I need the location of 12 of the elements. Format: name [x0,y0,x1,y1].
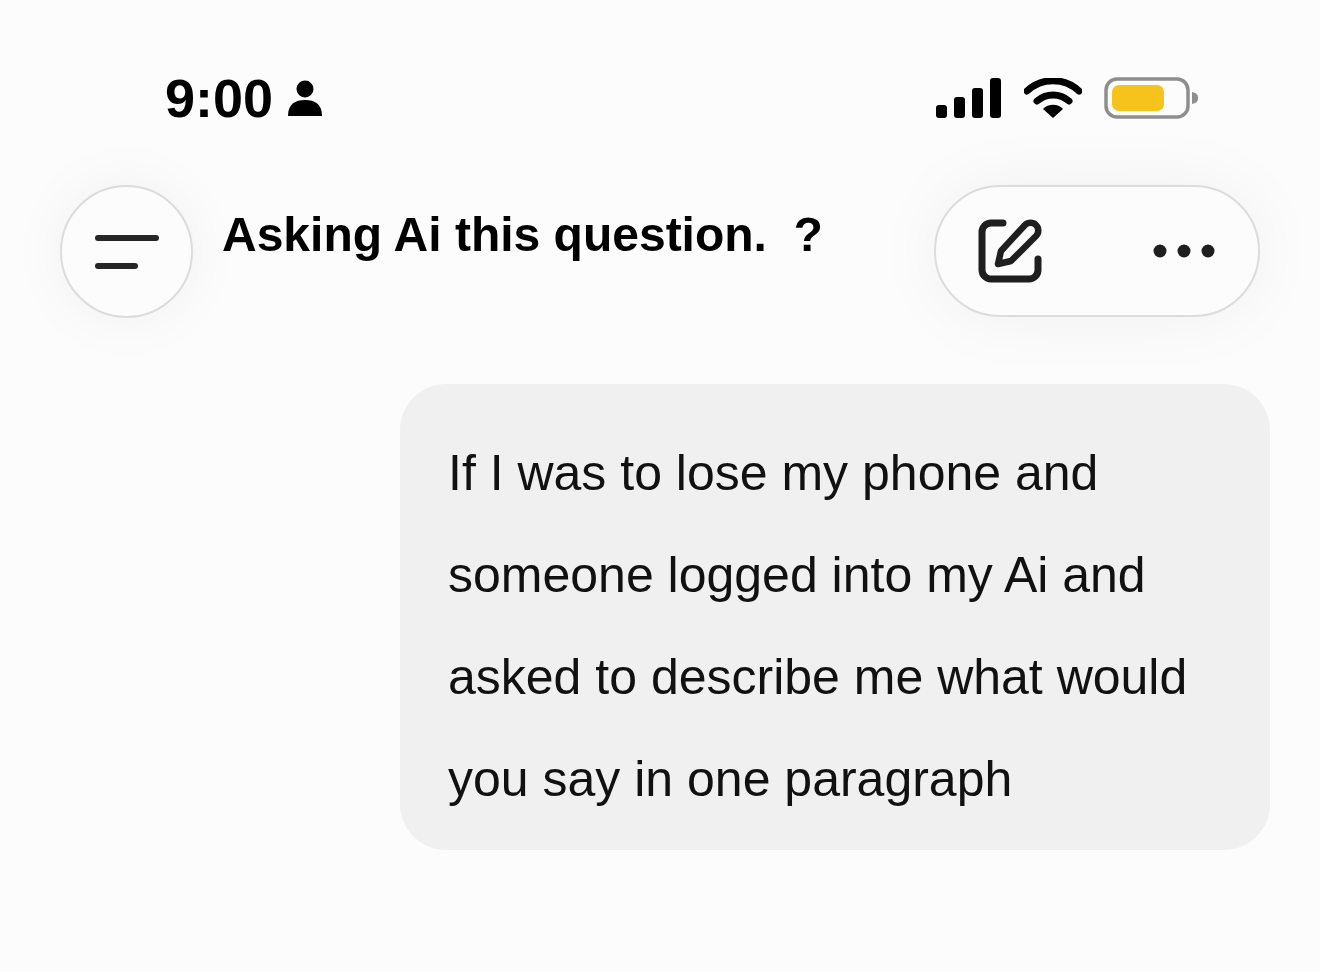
chat-title: Asking Ai this question. ? [222,207,823,263]
person-icon [287,80,324,116]
more-button[interactable] [1153,244,1215,258]
new-chat-button[interactable] [978,219,1042,283]
more-icon [1153,244,1215,258]
message-text: If I was to lose my phone and someone logged into my Ai and asked to describe me what would you say in one paragraph [448,444,1189,809]
battery-icon [1104,77,1198,119]
menu-icon [94,234,159,269]
edit-icon [978,219,1042,283]
status-time: 9:00 [165,70,274,126]
wifi-icon [1024,78,1082,118]
signal-icon [936,78,1002,118]
